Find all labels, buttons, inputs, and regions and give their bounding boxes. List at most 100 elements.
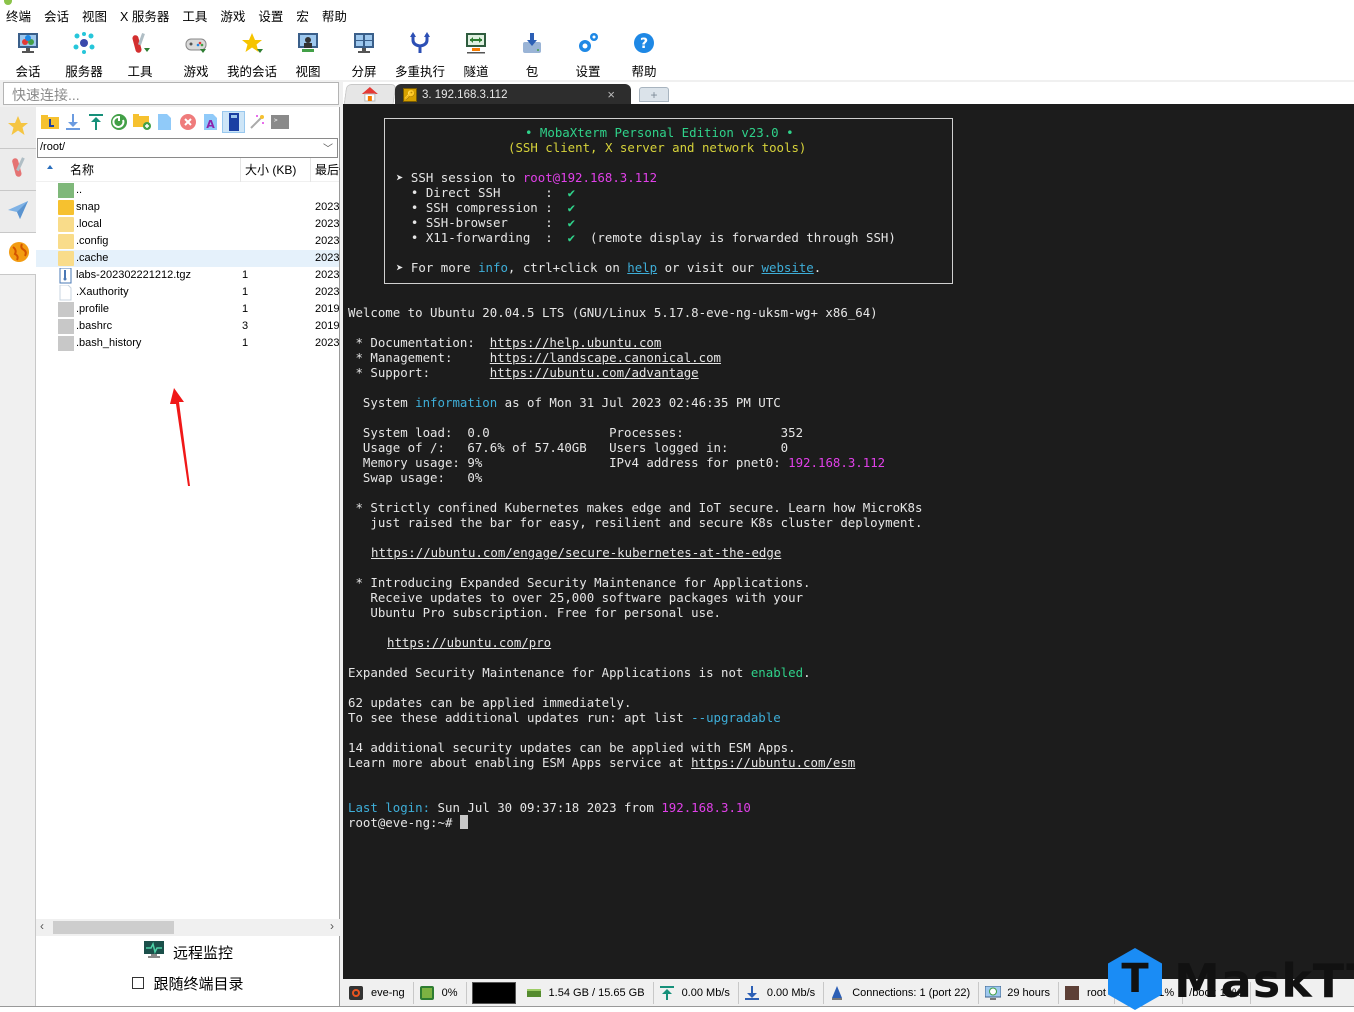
file-row-selected[interactable]: .cache 2023 [36,250,339,267]
rename-icon[interactable]: A [199,111,222,133]
side-tab-macros[interactable] [0,191,36,233]
download-icon[interactable] [61,111,84,133]
menu-terminal[interactable]: 终端 [6,6,31,28]
scroll-right-icon[interactable]: › [330,919,334,933]
sftp-browser: A > /root/ ﹀ 名称 大小 (KB) 最后修改 .. snap 2 [36,107,340,1007]
feature-line: • X11-forwarding : ✔ (remote display is … [396,230,896,245]
status-cpu: 0% [414,982,467,1004]
file-row[interactable]: .bash_history 1 2023 [36,335,339,352]
welcome-line: Welcome to Ubuntu 20.04.5 LTS (GNU/Linux… [348,305,878,320]
sysinfo-word: information [415,395,498,410]
folder-icon [58,200,74,215]
esm-status-word: enabled [750,665,804,680]
remote-monitoring-button[interactable]: 远程监控 [36,937,340,967]
toolbar-packages-label: 包 [525,65,539,79]
toolbar-help-button[interactable]: ? 帮助 [616,28,672,80]
toolbar-session-button[interactable]: 会话 [0,28,56,80]
session-tab-active[interactable]: 🔑 3. 192.168.3.112 × [395,84,631,106]
k8s-line: * Strictly confined Kubernetes makes edg… [348,500,923,515]
magic-wand-icon[interactable] [245,111,268,133]
close-tab-icon[interactable]: × [607,87,615,102]
toolbar-tools-button[interactable]: 工具 [112,28,168,80]
toolbar-view-button[interactable]: 视图 [280,28,336,80]
side-tabs [0,107,37,1007]
toolbar-servers-button[interactable]: 服务器 [56,28,112,80]
upload-icon[interactable] [84,111,107,133]
toolbar-multiexec-label: 多重执行 [394,65,445,79]
support-link[interactable]: https://ubuntu.com/advantage [490,365,699,380]
toolbar-multiexec-button[interactable]: 多重执行 [392,28,448,80]
quick-connect-input[interactable]: 快速连接... [3,82,339,105]
toolbar-settings-button[interactable]: 设置 [560,28,616,80]
column-name[interactable]: 名称 [70,161,94,178]
toolbar-games-label: 游戏 [183,65,209,79]
menu-macros[interactable]: 宏 [296,6,309,28]
sysinfo-pre: System [348,395,416,410]
terminal-view[interactable]: • MobaXterm Personal Edition v23.0 • (SS… [343,107,1354,979]
new-file-icon[interactable] [153,111,176,133]
esm-status-line: Expanded Security Maintenance for Applic… [348,665,811,680]
scroll-left-icon[interactable]: ‹ [40,919,44,933]
website-link[interactable]: website [762,260,814,275]
follow-terminal-folder[interactable]: 跟随终端目录 [36,972,340,994]
menu-xserver[interactable]: X 服务器 [120,6,169,28]
file-row[interactable]: .config 2023 [36,233,339,250]
security-line: Learn more about enabling ESM Apps servi… [348,755,855,770]
toolbar-tunnel-button[interactable]: 隧道 [448,28,504,80]
clock-monitor-icon [984,985,1002,1000]
menu-settings[interactable]: 设置 [258,6,283,28]
permissions-icon[interactable] [222,111,245,133]
file-row[interactable]: .local 2023 [36,216,339,233]
watermark: T MaskTT [1108,948,1354,1012]
horizontal-scrollbar[interactable]: ‹ › [36,919,340,936]
terminal-icon[interactable]: > [268,111,291,133]
chevron-down-icon[interactable]: ﹀ [323,140,333,155]
column-modified[interactable]: 最后修改 [310,157,340,182]
last-login-line: Last login: Sun Jul 30 09:37:18 2023 fro… [348,800,751,815]
cpu-icon [419,986,434,1000]
file-name: .bashrc [76,320,113,332]
side-tab-sessions[interactable] [0,107,36,149]
toolbar-games-button[interactable]: 游戏 [168,28,224,80]
toolbar-mysessions-button[interactable]: 我的会话 [224,28,280,80]
path-combobox[interactable]: /root/ ﹀ [37,138,338,158]
menu-view[interactable]: 视图 [82,6,107,28]
shell-script-icon [58,319,74,334]
toolbar-packages-button[interactable]: 包 [504,28,560,80]
refresh-icon[interactable] [107,111,130,133]
file-row[interactable]: .bashrc 3 2019 [36,318,339,335]
home-tab[interactable] [343,84,397,105]
toolbar-help-label: 帮助 [631,65,657,79]
menu-games[interactable]: 游戏 [220,6,245,28]
follow-terminal-checkbox[interactable] [132,977,145,989]
column-size[interactable]: 大小 (KB) [240,157,296,182]
parent-folder-icon[interactable] [38,111,61,133]
side-tab-tools[interactable] [0,149,36,191]
delete-icon[interactable] [176,111,199,133]
ssh-session-prefix: ➤ SSH session to [396,170,523,185]
pro-link[interactable]: https://ubuntu.com/pro [387,635,551,650]
info-link[interactable]: info [478,260,508,275]
new-tab-button[interactable]: + [639,87,669,102]
new-folder-icon[interactable] [130,111,153,133]
toolbar-split-button[interactable]: 分屏 [336,28,392,80]
scrollbar-thumb[interactable] [53,921,174,934]
file-date: 2023 [315,269,339,281]
k8s-link[interactable]: https://ubuntu.com/engage/secure-kuberne… [371,545,781,560]
file-row-parent[interactable]: .. [36,182,339,199]
side-tab-sftp[interactable] [0,233,37,275]
documentation-link[interactable]: https://help.ubuntu.com [490,335,662,350]
prompt-line[interactable]: root@eve-ng:~# [348,815,468,830]
archive-icon [58,267,74,284]
help-link[interactable]: help [627,260,657,275]
esm-link[interactable]: https://ubuntu.com/esm [691,755,855,770]
menu-help[interactable]: 帮助 [322,6,347,28]
menu-tools[interactable]: 工具 [182,6,207,28]
file-row[interactable]: snap 2023 [36,199,339,216]
file-row[interactable]: .Xauthority 1 2023 [36,284,339,301]
management-link[interactable]: https://landscape.canonical.com [490,350,721,365]
file-row[interactable]: .profile 1 2019 [36,301,339,318]
menu-sessions[interactable]: 会话 [44,6,69,28]
file-row[interactable]: labs-202302221212.tgz 1 2023 [36,267,339,284]
more-mid2: or visit our [657,260,762,275]
